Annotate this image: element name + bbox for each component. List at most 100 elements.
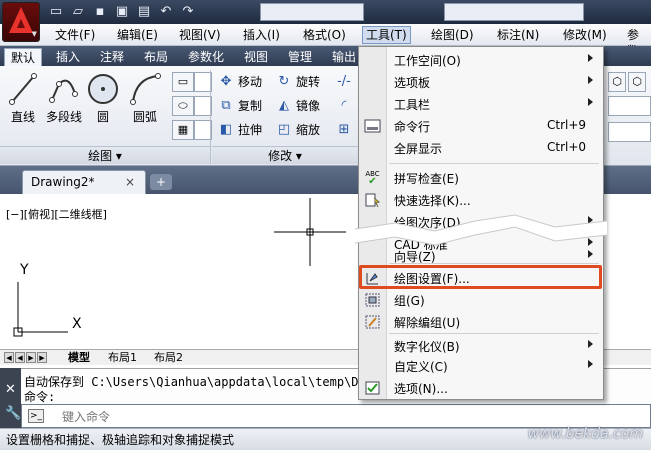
line-tool[interactable]: 直线 [6, 70, 40, 125]
command-window-handle: ✕ 🔧 [0, 368, 21, 428]
close-icon[interactable]: × [125, 171, 135, 193]
trim-icon: -/- [337, 74, 351, 89]
open-folder-icon[interactable]: ▱ [70, 4, 86, 20]
menu-dimension[interactable]: 标注(N) [494, 27, 542, 43]
menu-item-customize[interactable]: 自定义(C) [359, 355, 603, 377]
close-icon[interactable]: ✕ [5, 382, 16, 397]
arc-tool[interactable]: 圆弧 [128, 70, 162, 125]
menu-item-group[interactable]: 组(G) [359, 289, 603, 311]
polyline-icon [47, 70, 81, 108]
scale-tool[interactable]: ◰ 缩放 [276, 120, 320, 140]
mirror-tool[interactable]: ◭ 镜像 [276, 96, 320, 116]
menu-item-spell-check[interactable]: ABC ✔ 拼写检查(E) [359, 167, 603, 189]
layout-nav-buttons: ◀ ◀ ▶ ▶ [4, 352, 47, 363]
polyline-tool[interactable]: 多段线 [44, 70, 84, 125]
save-as-icon[interactable]: ▣ [114, 4, 130, 20]
chevron-down-icon: ▼ [31, 30, 37, 38]
menu-file[interactable]: 文件(F) [52, 27, 98, 43]
layer-state-icon[interactable]: ⬡ [628, 72, 646, 92]
command-input[interactable]: >_ 键入命令 [21, 404, 651, 428]
move-icon: ✥ [220, 74, 232, 89]
arc-icon [128, 70, 162, 108]
modify-panel-label[interactable]: 修改 ▾ [212, 146, 358, 164]
menu-item-toolbars[interactable]: 工具栏 [359, 93, 603, 115]
submenu-arrow-icon [588, 98, 593, 106]
submenu-arrow-icon [588, 76, 593, 84]
redo-icon[interactable]: ↷ [180, 4, 196, 20]
menu-item-clean-screen[interactable]: 全屏显示 Ctrl+0 [359, 137, 603, 159]
wrench-icon[interactable]: 🔧 [5, 406, 21, 421]
submenu-arrow-icon [588, 250, 593, 258]
circle-tool[interactable]: 圆 [86, 70, 120, 125]
highlight-box [359, 265, 602, 289]
menu-edit[interactable]: 编辑(E) [114, 27, 161, 43]
submenu-arrow-icon [588, 360, 593, 368]
tab-output[interactable]: 输出 [326, 48, 362, 66]
menu-tools[interactable]: 工具(T) [362, 26, 411, 44]
command-prompt-icon[interactable]: >_ [28, 409, 44, 423]
polyline-tool-label: 多段线 [45, 110, 82, 124]
tab-layout[interactable]: 布局 [138, 48, 174, 66]
tab-annotate[interactable]: 注释 [94, 48, 130, 66]
tab-layout2[interactable]: 布局2 [154, 351, 183, 365]
menu-item-workspace[interactable]: 工作空间(O) [359, 49, 603, 71]
title-bar: ▭ ▱ ▪ ▣ ▤ ↶ ↷ [0, 0, 651, 24]
title-search-box[interactable] [260, 3, 364, 21]
menu-item-palettes[interactable]: 选项板 [359, 71, 603, 93]
new-tab-button[interactable]: + [150, 174, 172, 190]
layer-icon[interactable]: ⬡ [608, 72, 626, 92]
menu-insert[interactable]: 插入(I) [240, 27, 283, 43]
spell-check-icon: ABC ✔ [365, 170, 380, 187]
tab-default[interactable]: 默认 [4, 48, 43, 66]
fillet-tool[interactable]: ◜ [336, 96, 352, 116]
array-tool[interactable]: ⊞ [336, 120, 352, 140]
hatch-tool[interactable]: ▦ [172, 120, 194, 140]
copy-tool[interactable]: ⧉ 复制 [218, 96, 262, 116]
rotate-tool[interactable]: ↻ 旋转 [276, 72, 320, 92]
first-layout-icon[interactable]: ◀ [4, 352, 14, 363]
tab-manage[interactable]: 管理 [282, 48, 318, 66]
draw-panel-label[interactable]: 绘图 ▾ [0, 146, 210, 164]
stretch-tool[interactable]: ◧ 拉伸 [218, 120, 262, 140]
rotate-icon: ↻ [278, 74, 290, 89]
menu-modify[interactable]: 修改(M) [560, 27, 610, 43]
new-file-icon[interactable]: ▭ [48, 4, 64, 20]
title-search-box-2[interactable] [444, 3, 584, 21]
menu-draw[interactable]: 绘图(D) [428, 27, 477, 43]
prev-layout-icon[interactable]: ◀ [15, 352, 25, 363]
layer-dropdown[interactable] [608, 96, 651, 116]
trim-tool[interactable]: -/- [336, 72, 352, 92]
last-layout-icon[interactable]: ▶ [37, 352, 47, 363]
save-icon[interactable]: ▪ [92, 4, 108, 20]
ellipse-tool[interactable]: ⬭ [172, 96, 194, 116]
ucs-x-label: X [72, 316, 82, 332]
menu-item-tablet[interactable]: 数字化仪(B) [359, 335, 603, 357]
menu-item-options[interactable]: 选项(N)... [359, 377, 603, 399]
tab-model[interactable]: 模型 [68, 351, 90, 365]
properties-dropdown[interactable] [608, 122, 651, 142]
submenu-arrow-icon [588, 54, 593, 62]
scale-icon: ◰ [277, 122, 291, 137]
line-tool-label: 直线 [10, 110, 35, 124]
rectangle-tool[interactable]: ▭ [172, 72, 194, 92]
menu-item-command-line[interactable]: 命令行 Ctrl+9 [359, 115, 603, 137]
undo-icon[interactable]: ↶ [158, 4, 174, 20]
ucs-y-label: Y [20, 262, 29, 278]
mirror-icon: ◭ [279, 98, 289, 113]
tab-parametric[interactable]: 参数化 [182, 48, 230, 66]
move-tool[interactable]: ✥ 移动 [218, 72, 262, 92]
menu-view[interactable]: 视图(V) [176, 27, 224, 43]
menu-parametric[interactable]: 参数 [624, 27, 651, 58]
application-menu-button[interactable]: ▼ [2, 2, 40, 42]
tab-layout1[interactable]: 布局1 [108, 351, 137, 365]
file-tab-drawing2[interactable]: Drawing2* × [22, 170, 146, 194]
next-layout-icon[interactable]: ▶ [26, 352, 36, 363]
group-icon [364, 292, 381, 308]
print-icon[interactable]: ▤ [136, 4, 152, 20]
menu-item-ungroup[interactable]: 解除编组(U) [359, 311, 603, 333]
tab-insert[interactable]: 插入 [50, 48, 86, 66]
line-icon [6, 70, 40, 108]
tab-view[interactable]: 视图 [238, 48, 274, 66]
menu-bar: 文件(F) 编辑(E) 视图(V) 插入(I) 格式(O) 工具(T) 绘图(D… [0, 24, 651, 58]
menu-format[interactable]: 格式(O) [300, 27, 349, 43]
